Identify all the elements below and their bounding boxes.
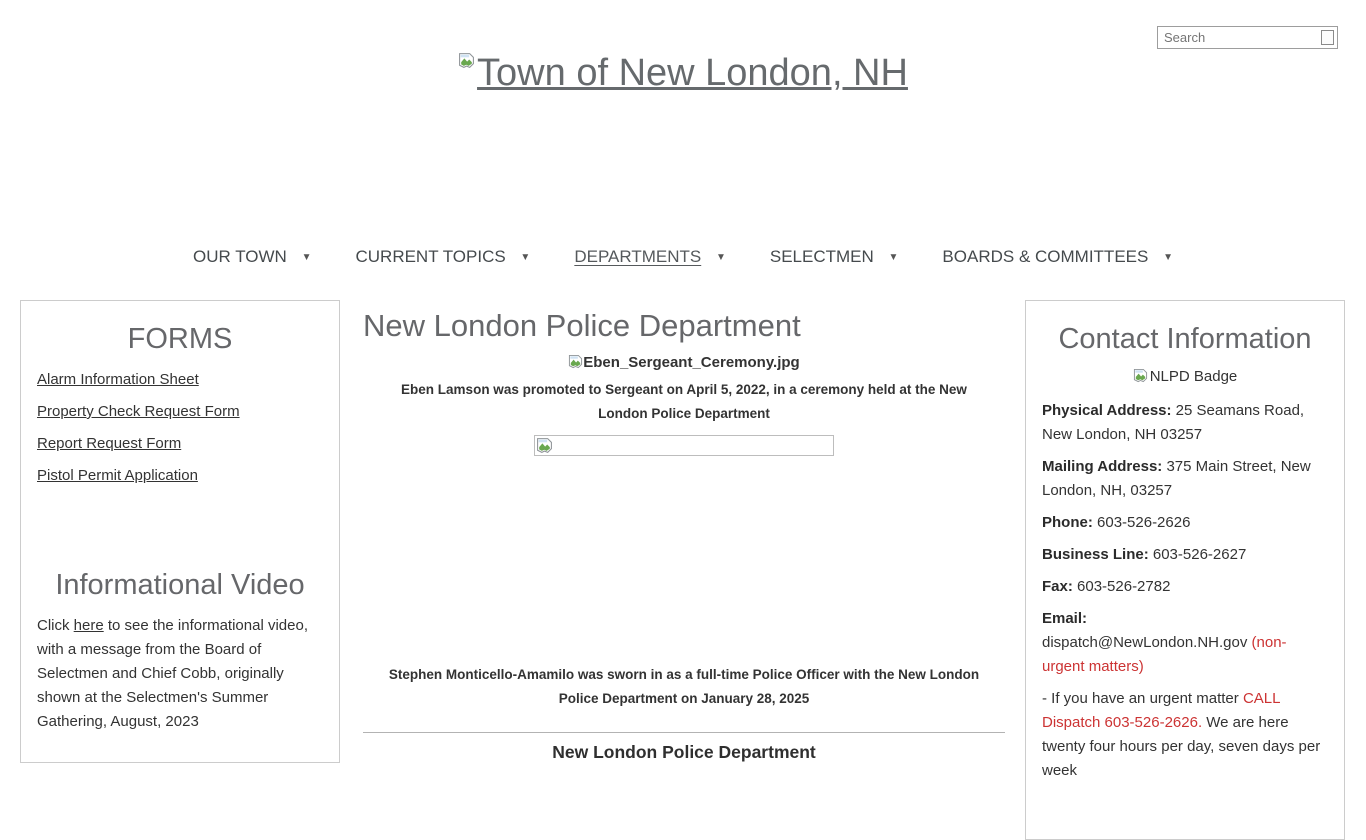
nav-item-departments[interactable]: DEPARTMENTS ▼ <box>574 247 726 267</box>
nav-item-boards-committees[interactable]: BOARDS & COMMITTEES ▼ <box>942 247 1173 267</box>
search-input[interactable] <box>1158 30 1321 45</box>
site-logo-link[interactable]: Town of New London, NH <box>458 52 908 94</box>
nav-item-current-topics[interactable]: CURRENT TOPICS ▼ <box>355 247 530 267</box>
chevron-down-icon: ▼ <box>889 252 899 263</box>
page-title: New London Police Department <box>363 308 1005 344</box>
broken-image-placeholder <box>534 435 834 456</box>
informational-video-title: Informational Video <box>21 569 339 602</box>
nav-item-our-town[interactable]: OUR TOWN ▼ <box>193 247 311 267</box>
main-content: New London Police Department Eben_Sergea… <box>363 308 1005 763</box>
badge-broken-image: NLPD Badge <box>1026 368 1344 385</box>
video-here-link[interactable]: here <box>74 617 104 634</box>
link-alarm-information-sheet[interactable]: Alarm Information Sheet <box>37 370 323 389</box>
phone-number: Phone: 603-526-2626 <box>1026 511 1344 535</box>
broken-image-icon <box>536 437 553 454</box>
search-submit-button[interactable] <box>1321 30 1334 45</box>
divider <box>363 732 1005 733</box>
chevron-down-icon: ▼ <box>520 252 530 263</box>
forms-link-list: Alarm Information Sheet Property Check R… <box>21 368 339 485</box>
fax-number: Fax: 603-526-2782 <box>1026 575 1344 599</box>
image-spacer <box>363 456 1005 656</box>
section-heading: New London Police Department <box>363 742 1005 763</box>
broken-image-icon <box>1133 368 1148 383</box>
image2-caption: Stephen Monticello-Amamilo was sworn in … <box>384 663 984 711</box>
chevron-down-icon: ▼ <box>716 252 726 263</box>
broken-image-filename: Eben_Sergeant_Ceremony.jpg <box>363 354 1005 371</box>
link-property-check-request-form[interactable]: Property Check Request Form <box>37 402 323 421</box>
nav-item-selectmen[interactable]: SELECTMEN ▼ <box>770 247 899 267</box>
link-report-request-form[interactable]: Report Request Form <box>37 434 323 453</box>
link-pistol-permit-application[interactable]: Pistol Permit Application <box>37 466 323 485</box>
contact-title: Contact Information <box>1026 323 1344 356</box>
site-title: Town of New London, NH <box>477 52 908 94</box>
informational-video-text: Click here to see the informational vide… <box>21 614 339 734</box>
email-info: Email: dispatch@NewLondon.NH.gov (non-ur… <box>1026 607 1344 679</box>
site-header: Town of New London, NH <box>0 52 1366 95</box>
mailing-address: Mailing Address: 375 Main Street, New Lo… <box>1026 455 1344 503</box>
main-navigation: OUR TOWN ▼ CURRENT TOPICS ▼ DEPARTMENTS … <box>0 247 1366 267</box>
search-bar <box>1157 26 1338 49</box>
contact-sidebar: Contact Information NLPD Badge Physical … <box>1025 300 1345 840</box>
forms-sidebar: FORMS Alarm Information Sheet Property C… <box>20 300 340 763</box>
chevron-down-icon: ▼ <box>302 252 312 263</box>
broken-image-icon <box>568 354 583 369</box>
urgent-dispatch-note: - If you have an urgent matter CALL Disp… <box>1026 687 1344 783</box>
broken-image-icon <box>458 52 475 69</box>
email-address: dispatch@NewLondon.NH.gov <box>1042 634 1247 651</box>
physical-address: Physical Address: 25 Seamans Road, New L… <box>1026 399 1344 447</box>
business-line: Business Line: 603-526-2627 <box>1026 543 1344 567</box>
forms-title: FORMS <box>21 323 339 356</box>
image1-caption: Eben Lamson was promoted to Sergeant on … <box>384 378 984 426</box>
chevron-down-icon: ▼ <box>1163 252 1173 263</box>
